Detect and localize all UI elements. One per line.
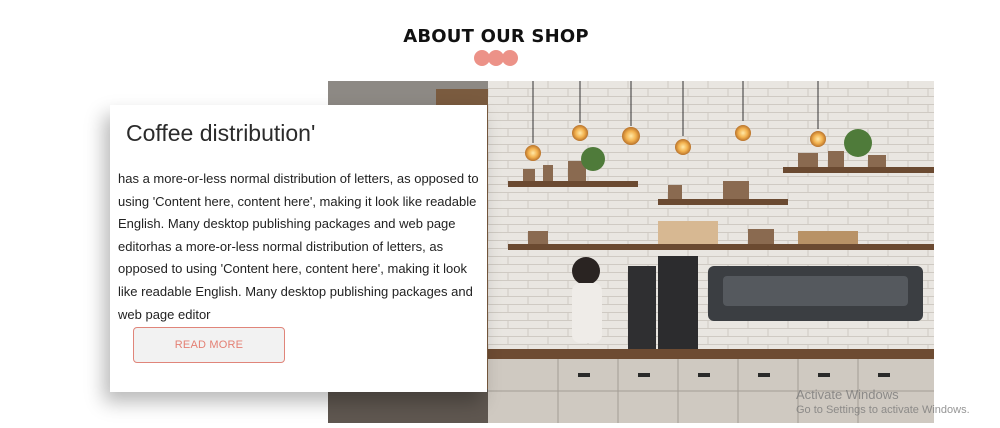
- read-more-button[interactable]: READ MORE: [133, 327, 285, 363]
- watermark-title: Activate Windows: [796, 387, 899, 402]
- decoration-dot: [502, 50, 518, 66]
- activate-windows-watermark: Activate Windows Go to Settings to activ…: [796, 388, 970, 416]
- watermark-subtitle: Go to Settings to activate Windows.: [796, 404, 970, 416]
- card-heading: Coffee distribution': [126, 120, 316, 146]
- card-body-text: has a more-or-less normal distribution o…: [118, 171, 479, 322]
- title-decoration-dots: [474, 50, 520, 66]
- section-title: ABOUT OUR SHOP: [403, 26, 589, 47]
- about-card: Coffee distribution' has a more-or-less …: [110, 105, 487, 392]
